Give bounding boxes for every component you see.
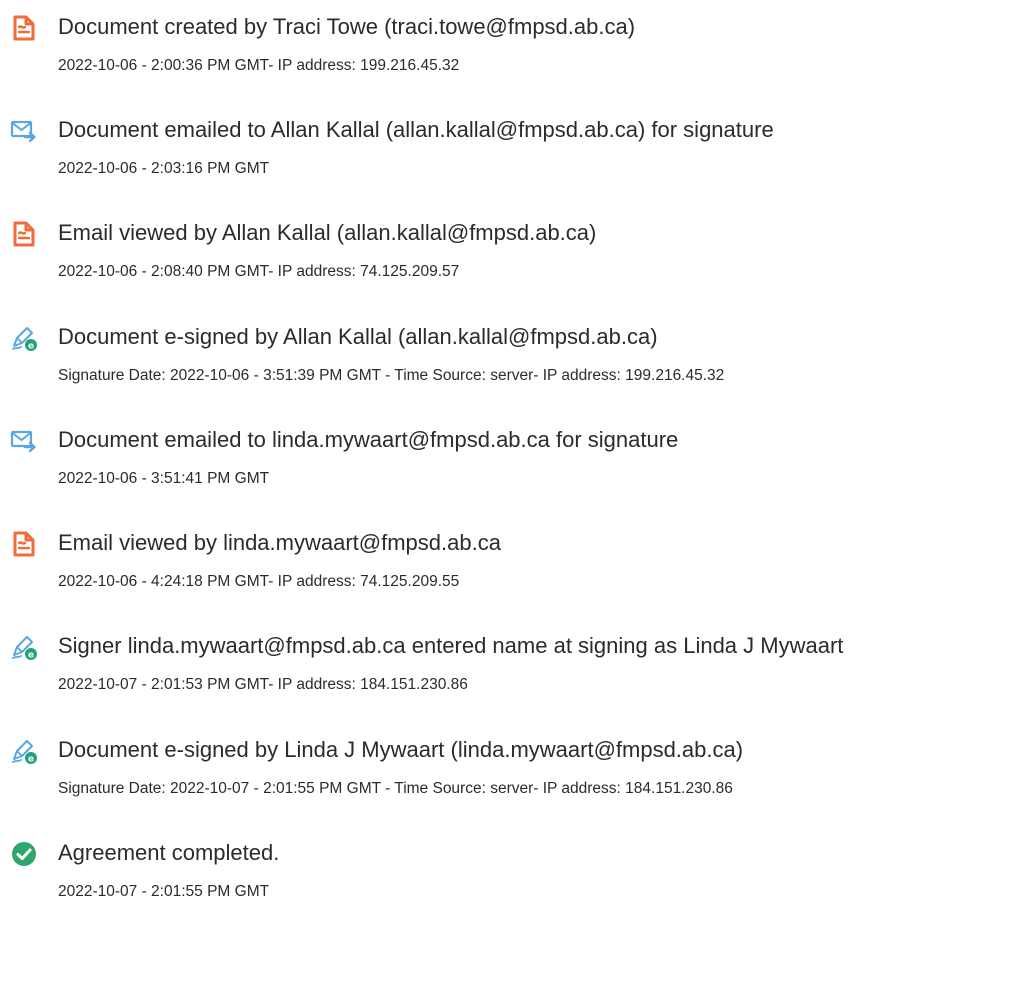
svg-text:e: e	[28, 755, 34, 765]
history-event-9: Agreement completed. 2022-10-07 - 2:01:5…	[0, 838, 1011, 934]
email-viewed-icon	[10, 530, 38, 558]
e-signed-pen-icon: e	[10, 324, 38, 352]
event-title: Email viewed by linda.mywaart@fmpsd.ab.c…	[58, 530, 501, 555]
document-emailed-icon	[10, 117, 38, 145]
event-timestamp: 2022-10-06 - 2:00:36 PM GMT- IP address:…	[58, 57, 460, 74]
event-timestamp: 2022-10-06 - 2:08:40 PM GMT- IP address:…	[58, 263, 460, 280]
event-title: Email viewed by Allan Kallal (allan.kall…	[58, 220, 597, 245]
event-title: Signer linda.mywaart@fmpsd.ab.ca entered…	[58, 633, 844, 658]
event-timestamp: Signature Date: 2022-10-06 - 3:51:39 PM …	[58, 367, 725, 384]
history-event-2: Document emailed to Allan Kallal (allan.…	[0, 115, 1011, 211]
history-event-8: e Document e-signed by Linda J Mywaart (…	[0, 735, 1011, 831]
history-event-5: Document emailed to linda.mywaart@fmpsd.…	[0, 425, 1011, 521]
event-title: Document emailed to linda.mywaart@fmpsd.…	[58, 427, 679, 452]
event-title: Document e-signed by Linda J Mywaart (li…	[58, 737, 744, 762]
email-viewed-icon	[10, 220, 38, 248]
history-event-1: Document created by Traci Towe (traci.to…	[0, 12, 1011, 108]
event-title: Agreement completed.	[58, 840, 280, 865]
event-title: Document created by Traci Towe (traci.to…	[58, 14, 636, 39]
svg-text:e: e	[28, 651, 34, 661]
event-title: Document emailed to Allan Kallal (allan.…	[58, 117, 774, 142]
event-timestamp: 2022-10-06 - 2:03:16 PM GMT	[58, 160, 270, 177]
svg-text:e: e	[28, 342, 34, 352]
history-event-3: Email viewed by Allan Kallal (allan.kall…	[0, 218, 1011, 314]
event-timestamp: 2022-10-06 - 4:24:18 PM GMT- IP address:…	[58, 573, 460, 590]
event-timestamp: 2022-10-07 - 2:01:53 PM GMT- IP address:…	[58, 676, 468, 693]
document-emailed-icon	[10, 427, 38, 455]
event-timestamp: 2022-10-07 - 2:01:55 PM GMT	[58, 883, 270, 900]
agreement-completed-check-icon	[10, 840, 38, 868]
document-created-icon	[10, 14, 38, 42]
e-signed-pen-icon: e	[10, 633, 38, 661]
event-timestamp: 2022-10-06 - 3:51:41 PM GMT	[58, 470, 270, 487]
history-event-7: e Signer linda.mywaart@fmpsd.ab.ca enter…	[0, 631, 1011, 727]
history-event-6: Email viewed by linda.mywaart@fmpsd.ab.c…	[0, 528, 1011, 624]
history-event-4: e Document e-signed by Allan Kallal (all…	[0, 322, 1011, 418]
e-signed-pen-icon: e	[10, 737, 38, 765]
event-title: Document e-signed by Allan Kallal (allan…	[58, 324, 658, 349]
event-timestamp: Signature Date: 2022-10-07 - 2:01:55 PM …	[58, 780, 733, 797]
